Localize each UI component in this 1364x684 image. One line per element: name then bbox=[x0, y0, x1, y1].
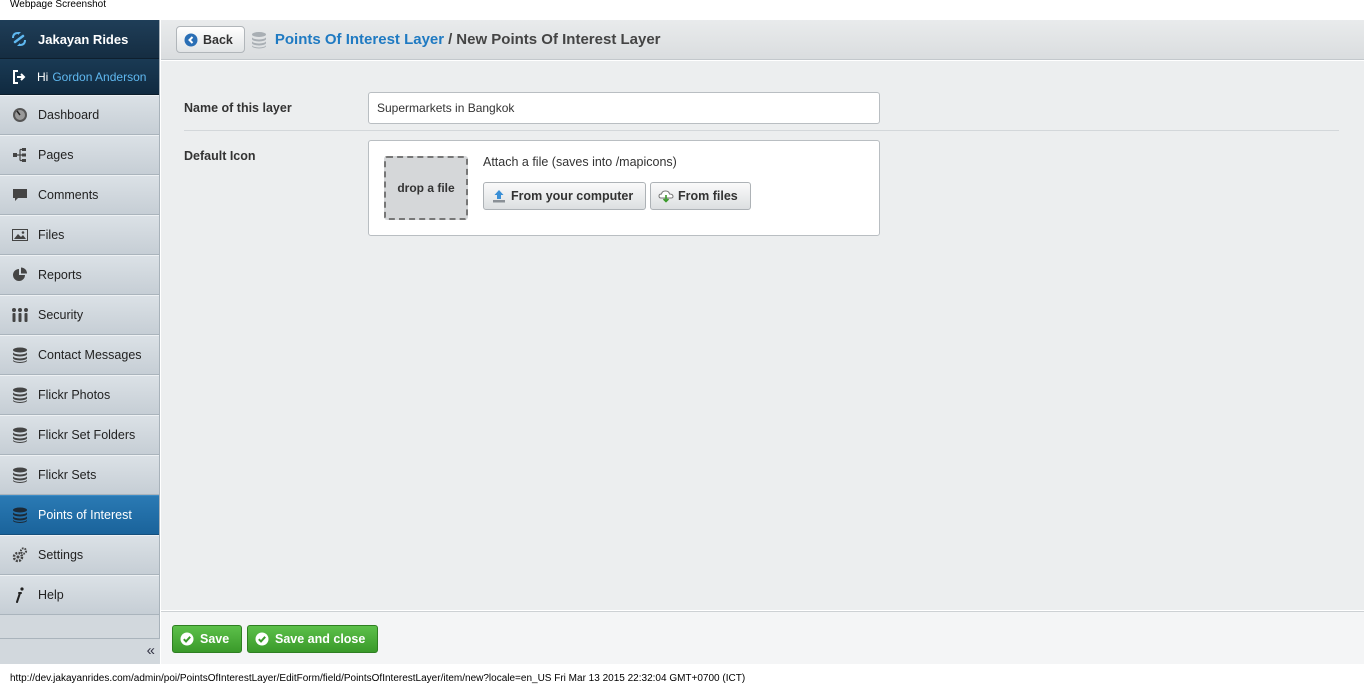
sidebar-nav: Dashboard Pages Comments Files Reports S… bbox=[0, 95, 159, 615]
back-arrow-icon bbox=[184, 33, 198, 47]
sidebar-item-label: Flickr Sets bbox=[38, 468, 97, 482]
sidebar-item-label: Pages bbox=[38, 148, 74, 162]
save-label: Save bbox=[200, 632, 230, 646]
check-icon bbox=[180, 632, 194, 646]
sidebar-item-label: Points of Interest bbox=[38, 508, 132, 522]
save-button[interactable]: Save bbox=[172, 625, 243, 653]
brand-name: Jakayan Rides bbox=[38, 31, 129, 47]
check-icon bbox=[255, 632, 269, 646]
logo-icon bbox=[9, 29, 29, 49]
sidebar-item-points-of-interest[interactable]: Points of Interest bbox=[0, 495, 159, 535]
sidebar-item-comments[interactable]: Comments bbox=[0, 175, 159, 215]
form-actions: Save Save and close bbox=[161, 611, 1364, 664]
screenshot-caption: Webpage Screenshot bbox=[10, 0, 106, 10]
breadcrumb-separator: / bbox=[448, 31, 453, 48]
sidebar-item-label: Help bbox=[38, 588, 64, 602]
database-icon bbox=[251, 31, 267, 49]
sidebar-item-label: Files bbox=[38, 228, 65, 242]
sidebar: Jakayan Rides Hi Gordon Anderson Dashboa… bbox=[0, 20, 160, 664]
from-files-button[interactable]: From files bbox=[650, 182, 751, 210]
logout-icon[interactable] bbox=[12, 69, 27, 84]
database-icon bbox=[11, 347, 29, 363]
upload-field: drop a file Attach a file (saves into /m… bbox=[368, 140, 880, 236]
sidebar-item-settings[interactable]: Settings bbox=[0, 535, 159, 575]
sidebar-item-contact-messages[interactable]: Contact Messages bbox=[0, 335, 159, 375]
back-button[interactable]: Back bbox=[176, 26, 245, 53]
sidebar-item-label: Security bbox=[38, 308, 84, 322]
greeting: Hi Gordon Anderson bbox=[0, 59, 159, 95]
user-name-link[interactable]: Gordon Anderson bbox=[52, 70, 146, 84]
from-computer-button[interactable]: From your computer bbox=[483, 182, 647, 210]
collapse-sidebar-button[interactable]: « bbox=[147, 642, 155, 659]
comment-icon bbox=[11, 187, 29, 203]
sidebar-item-security[interactable]: Security bbox=[0, 295, 159, 335]
url-footer: http://dev.jakayanrides.com/admin/poi/Po… bbox=[10, 673, 746, 684]
back-label: Back bbox=[203, 32, 233, 47]
row-divider bbox=[184, 130, 1339, 131]
sidebar-item-files[interactable]: Files bbox=[0, 215, 159, 255]
sidebar-item-flickr-sets[interactable]: Flickr Sets bbox=[0, 455, 159, 495]
database-icon bbox=[11, 427, 29, 443]
info-icon bbox=[11, 587, 29, 603]
sidebar-item-label: Reports bbox=[38, 268, 82, 282]
default-icon-label: Default Icon bbox=[184, 149, 256, 163]
sidebar-item-dashboard[interactable]: Dashboard bbox=[0, 95, 159, 135]
cloud-download-icon bbox=[658, 188, 674, 204]
dashboard-icon bbox=[11, 107, 29, 123]
sidebar-collapse-bar: « bbox=[0, 638, 160, 664]
brand[interactable]: Jakayan Rides bbox=[0, 20, 159, 59]
image-icon bbox=[11, 227, 29, 243]
database-icon bbox=[11, 507, 29, 523]
sidebar-item-help[interactable]: Help bbox=[0, 575, 159, 615]
sidebar-item-flickr-photos[interactable]: Flickr Photos bbox=[0, 375, 159, 415]
database-icon bbox=[11, 387, 29, 403]
sidebar-item-label: Contact Messages bbox=[38, 348, 142, 362]
upload-icon bbox=[491, 188, 507, 204]
pie-chart-icon bbox=[11, 267, 29, 283]
sidebar-item-label: Comments bbox=[38, 188, 99, 202]
file-dropzone[interactable]: drop a file bbox=[384, 156, 468, 220]
sidebar-item-label: Flickr Photos bbox=[38, 388, 111, 402]
sidebar-item-pages[interactable]: Pages bbox=[0, 135, 159, 175]
breadcrumb-parent-link[interactable]: Points Of Interest Layer bbox=[275, 31, 444, 48]
name-field-label: Name of this layer bbox=[184, 101, 292, 115]
database-icon bbox=[11, 467, 29, 483]
users-icon bbox=[11, 307, 29, 323]
sidebar-item-reports[interactable]: Reports bbox=[0, 255, 159, 295]
edit-form: Name of this layer Default Icon drop a f… bbox=[161, 61, 1364, 610]
sidebar-item-flickr-set-folders[interactable]: Flickr Set Folders bbox=[0, 415, 159, 455]
layer-name-input[interactable] bbox=[368, 92, 880, 124]
save-and-close-button[interactable]: Save and close bbox=[247, 625, 379, 653]
greeting-prefix: Hi bbox=[37, 69, 49, 84]
page-title: New Points Of Interest Layer bbox=[456, 31, 661, 48]
from-files-label: From files bbox=[678, 189, 738, 203]
sidebar-item-label: Dashboard bbox=[38, 108, 100, 122]
sidebar-item-label: Settings bbox=[38, 548, 84, 562]
gears-icon bbox=[11, 547, 29, 563]
from-computer-label: From your computer bbox=[511, 189, 634, 203]
header: Back Points Of Interest Layer / New Poin… bbox=[161, 20, 1364, 60]
save-and-close-label: Save and close bbox=[275, 632, 366, 646]
attach-help-text: Attach a file (saves into /mapicons) bbox=[483, 155, 677, 169]
sidebar-item-label: Flickr Set Folders bbox=[38, 428, 136, 442]
sitemap-icon bbox=[11, 147, 29, 163]
